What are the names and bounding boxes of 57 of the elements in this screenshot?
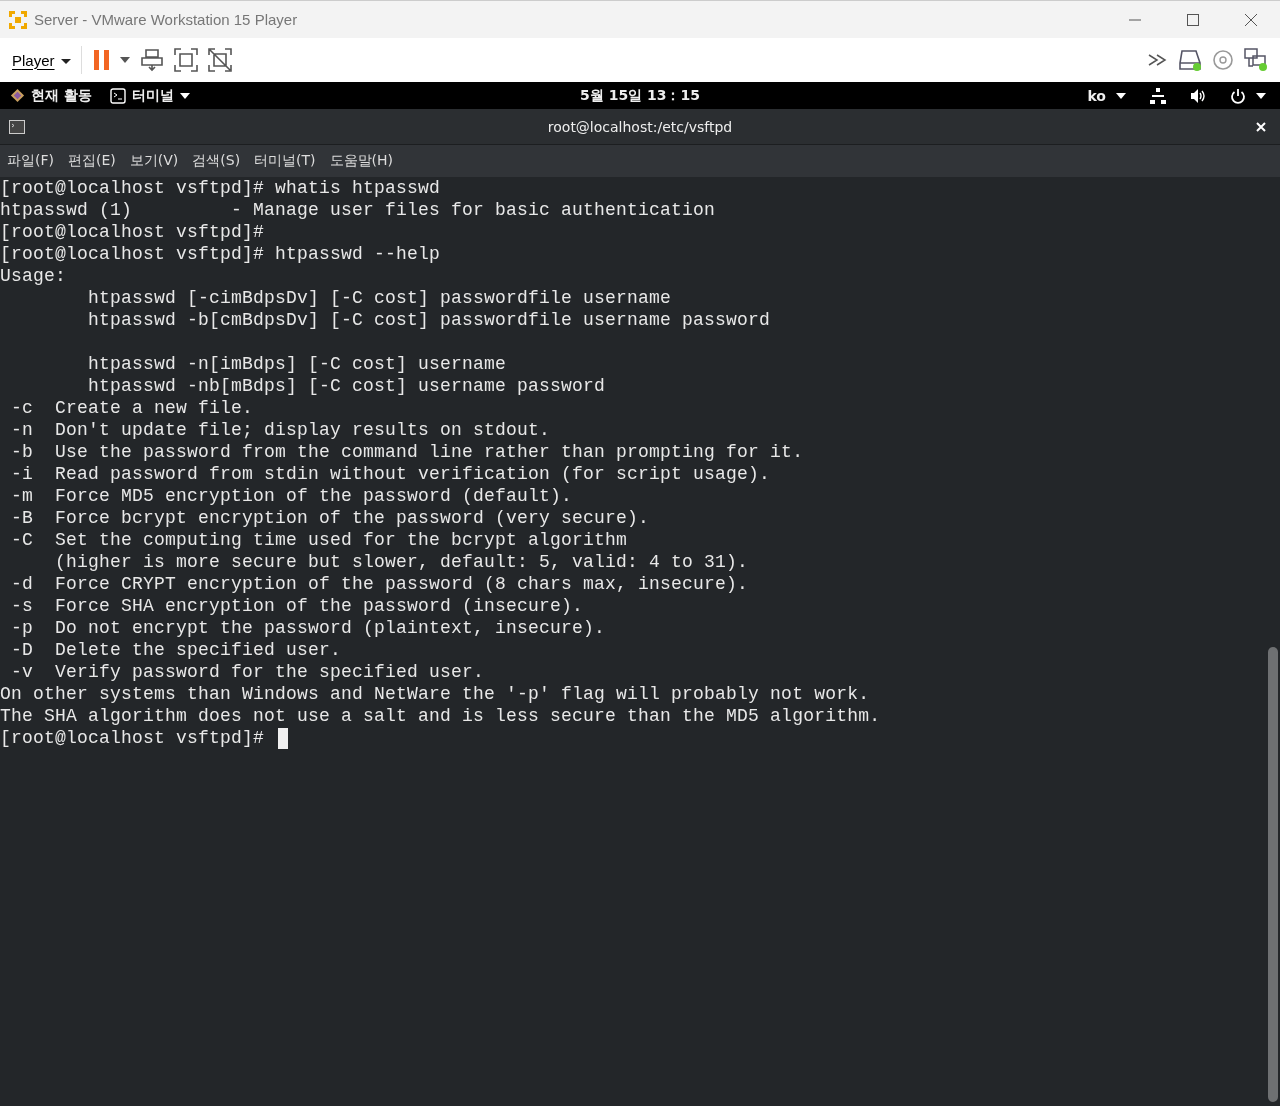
disc-icon[interactable] [1212, 49, 1234, 71]
fullscreen-icon[interactable] [173, 48, 198, 72]
app-menu-button[interactable]: 터미널 [131, 86, 174, 105]
terminal-line: -n Don't update file; display results on stdout. [10, 419, 551, 441]
terminal-line: -m Force MD5 encryption of the password (default). [10, 485, 573, 507]
terminal-line: htpasswd -b[cmBdpsDv] [-C cost] passwordfile username password [87, 309, 771, 331]
terminal-line: On other systems than Windows and NetWare the '-p' flag will probably not work. [0, 683, 870, 705]
menu-item[interactable]: 보기(V) [129, 152, 179, 170]
caret-icon[interactable] [1256, 92, 1266, 99]
unity-mode-icon[interactable] [207, 48, 232, 72]
terminal-line: -d Force CRYPT encryption of the password (8 chars max, insecure). [10, 573, 749, 595]
close-icon[interactable] [1245, 13, 1257, 26]
terminal-icon [9, 119, 25, 134]
terminal-line: [root@localhost vsftpd]# whatis htpasswd [0, 177, 441, 199]
terminal-line: -s Force SHA encryption of the password (insecure). [10, 595, 584, 617]
caret-icon[interactable] [1116, 92, 1126, 99]
player-menu-button[interactable]: Player [12, 51, 71, 69]
terminal-line: -C Set the computing time used for the bcrypt algorithm [10, 529, 628, 551]
network-icon[interactable] [1150, 87, 1166, 104]
menu-item[interactable]: 터미널(T) [254, 152, 316, 170]
terminal-line: htpasswd -n[imBdps] [-C cost] username [87, 353, 507, 375]
terminal-line: htpasswd -nb[mBdps] [-C cost] username password [87, 375, 606, 397]
terminal-line: htpasswd (1) - Manage user files for basic authentication [0, 199, 716, 221]
terminal-line: -b Use the password from the command line rather than prompting for it. [10, 441, 804, 463]
volume-icon[interactable] [1190, 87, 1206, 104]
power-icon[interactable] [1230, 87, 1246, 104]
terminal-line: [root@localhost vsftpd]# htpasswd --help [0, 243, 441, 265]
terminal-line: -p Do not encrypt the password (plaintext, insecure). [10, 617, 606, 639]
scrollbar-thumb[interactable] [1268, 647, 1278, 1102]
terminal-line: -D Delete the specified user. [10, 639, 342, 661]
terminal-line: htpasswd [-cimBdpsDv] [-C cost] passwordfile username [87, 287, 672, 309]
clock[interactable]: 5월 15일 13：15 [580, 86, 700, 105]
terminal-line: -c Create a new file. [10, 397, 254, 419]
maximize-icon[interactable] [1187, 13, 1199, 26]
input-method-button[interactable]: ko [1087, 87, 1106, 104]
caret-icon[interactable] [179, 92, 190, 99]
double-chevron-icon[interactable] [1148, 54, 1168, 66]
terminal-line: Usage: [0, 265, 66, 287]
activities-button[interactable]: 현재 활동 [31, 86, 92, 105]
terminal-title: root@localhost:/etc/vsftpd [547, 118, 733, 135]
terminal-line: The SHA algorithm does not use a salt and is less secure than the MD5 algorithm. [0, 705, 881, 727]
vmware-logo-icon [8, 9, 28, 30]
pause-icon[interactable] [91, 49, 112, 71]
terminal-line: -v Verify password for the specified user. [10, 661, 485, 683]
terminal-line: [root@localhost vsftpd]# [0, 221, 265, 243]
window-title: Server - VMware Workstation 15 Player [34, 11, 298, 28]
terminal-line: -i Read password from stdin without verification (for script usage). [10, 463, 771, 485]
menu-item[interactable]: 파일(F) [7, 152, 54, 170]
terminal-line: [root@localhost vsftpd]# [0, 727, 266, 749]
terminal-icon [109, 87, 126, 104]
menu-item[interactable]: 도움말(H) [329, 152, 394, 170]
menu-item[interactable]: 검색(S) [192, 152, 241, 170]
terminal-line: -B Force bcrypt encryption of the password (very secure). [10, 507, 650, 529]
hard-disk-icon[interactable] [1178, 49, 1202, 71]
menu-item[interactable]: 편집(E) [68, 152, 116, 170]
caret-icon[interactable] [119, 57, 130, 63]
terminal-line: (higher is more secure but slower, default: 5, valid: 4 to 31). [54, 551, 749, 573]
